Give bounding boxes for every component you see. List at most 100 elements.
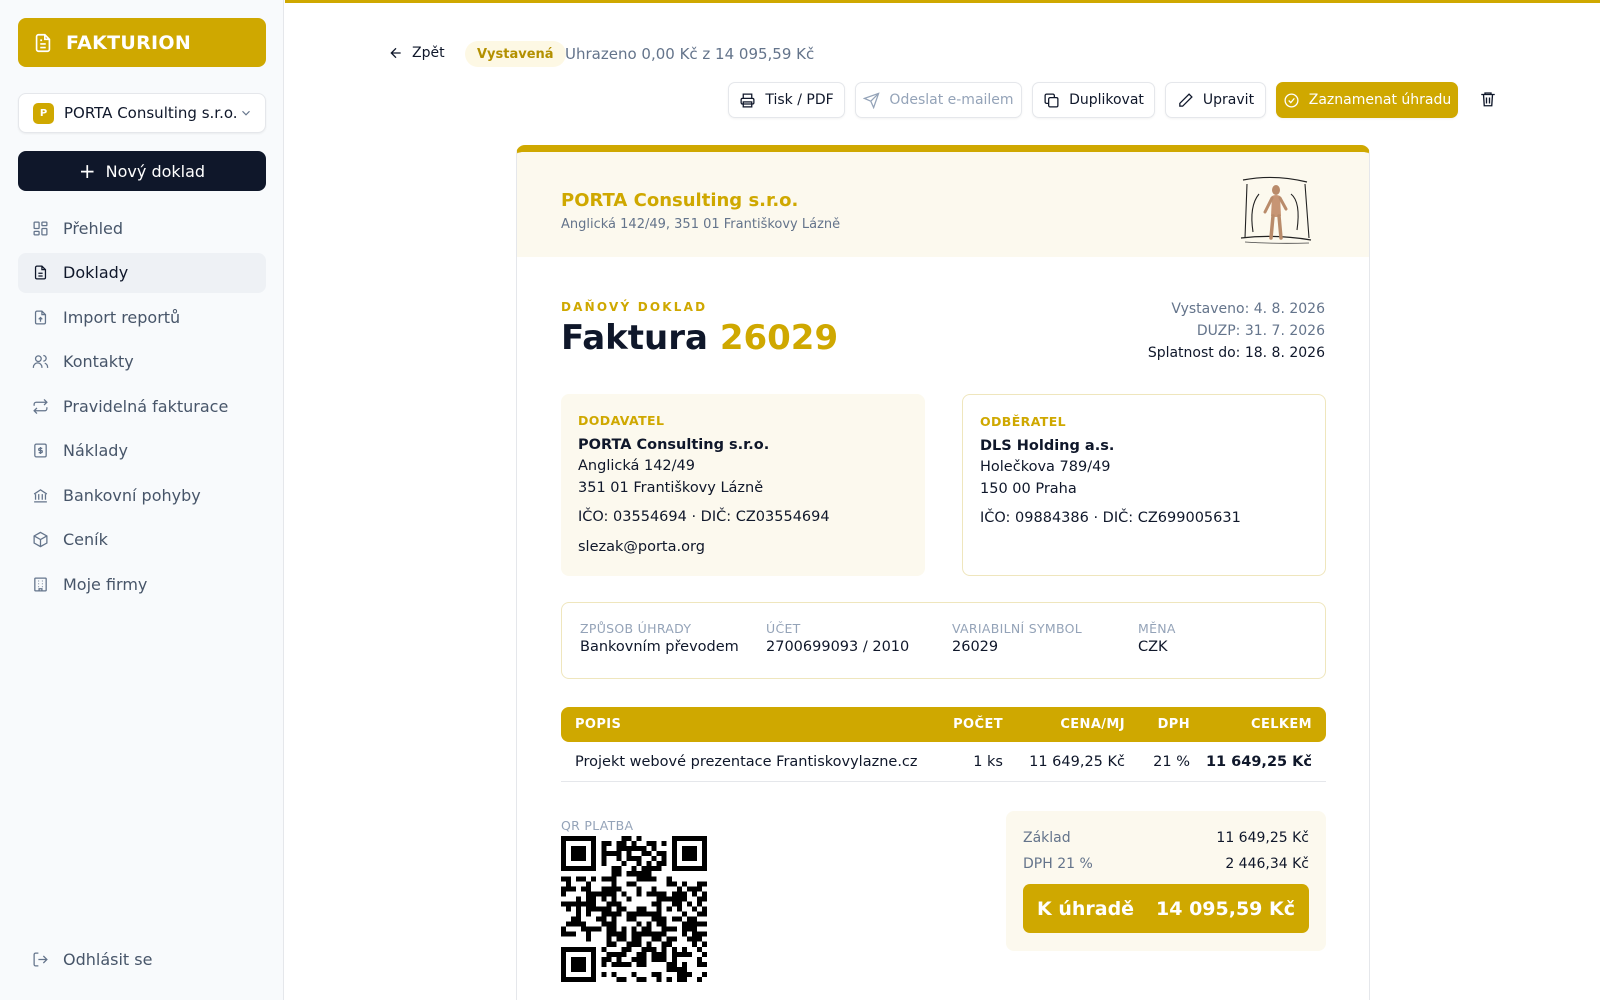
document-type: DAŇOVÝ DOKLAD xyxy=(561,300,708,314)
edit-label: Upravit xyxy=(1202,92,1255,108)
invoice-title-word: Faktura xyxy=(561,318,708,358)
company-name: PORTA Consulting s.r.o. xyxy=(64,104,238,122)
supplier-box: DODAVATEL PORTA Consulting s.r.o. Anglic… xyxy=(561,394,925,576)
send-email-button[interactable]: Odeslat e-mailem xyxy=(855,82,1022,118)
printer-icon xyxy=(740,92,755,108)
payment-info: ZPŮSOB ÚHRADY Bankovním převodem ÚČET 27… xyxy=(561,602,1326,679)
brand-name: FAKTURION xyxy=(66,31,192,54)
trash-icon xyxy=(1481,92,1495,107)
sidebar-item-pravidelna-fakturace[interactable]: Pravidelná fakturace xyxy=(18,386,266,426)
header-unit-price: CENA/MJ xyxy=(1060,717,1125,732)
duplicate-button[interactable]: Duplikovat xyxy=(1032,82,1155,118)
sidebar-item-import[interactable]: Import reportů xyxy=(18,297,266,337)
users-icon xyxy=(32,354,49,368)
item-unit-price: 11 649,25 Kč xyxy=(1029,753,1125,770)
sidebar-item-cenik[interactable]: Ceník xyxy=(18,520,266,560)
delete-button[interactable] xyxy=(1479,90,1499,110)
supplier-street: Anglická 142/49 xyxy=(578,458,695,474)
check-circle-icon xyxy=(1284,92,1299,108)
currency: MĚNA CZK xyxy=(1138,621,1176,655)
sidebar-item-label: Import reportů xyxy=(63,307,181,327)
header-vat: DPH xyxy=(1157,717,1190,732)
record-payment-label: Zaznamenat úhradu xyxy=(1308,92,1452,108)
sidebar-item-doklady[interactable]: Doklady xyxy=(18,252,266,293)
bank-icon xyxy=(33,488,48,503)
receipt-icon xyxy=(34,443,47,458)
invoice-document: PORTA Consulting s.r.o. Anglická 142/49,… xyxy=(516,145,1370,1000)
invoice-title: Faktura 26029 xyxy=(561,318,838,358)
header-total: CELKEM xyxy=(1251,717,1312,732)
print-pdf-button[interactable]: Tisk / PDF xyxy=(728,82,845,118)
total-base-value: 11 649,25 Kč xyxy=(1216,830,1309,846)
total-base: Základ 11 649,25 Kč xyxy=(1023,830,1309,846)
customer-box: ODBĚRATEL DLS Holding a.s. Holečkova 789… xyxy=(962,394,1326,576)
sidebar-item-label: Ceník xyxy=(63,530,108,549)
payment-status-text: Uhrazeno 0,00 Kč z 14 095,59 Kč xyxy=(565,45,815,63)
table-row: Projekt webové prezentace Frantiskovylaz… xyxy=(561,742,1326,782)
chevron-down-icon xyxy=(242,110,250,116)
document-icon xyxy=(34,265,47,280)
arrow-left-icon xyxy=(390,47,401,59)
customer-city: 150 00 Praha xyxy=(980,480,1077,497)
edit-button[interactable]: Upravit xyxy=(1165,82,1266,118)
sidebar: FAKTURION P PORTA Consulting s.r.o. + No… xyxy=(0,0,284,1000)
new-document-label: Nový doklad xyxy=(105,161,206,181)
sidebar-item-label: Doklady xyxy=(63,263,129,282)
total-vat: DPH 21 % 2 446,34 Kč xyxy=(1023,856,1309,872)
sidebar-item-naklady[interactable]: Náklady xyxy=(18,431,266,471)
supplier-label: DODAVATEL xyxy=(578,413,665,428)
item-vat: 21 % xyxy=(1153,753,1190,770)
amount-due: K úhradě 14 095,59 Kč xyxy=(1023,884,1309,933)
print-label: Tisk / PDF xyxy=(765,92,834,108)
qr-payment-label: QR PLATBA xyxy=(561,818,634,833)
totals-box: Základ 11 649,25 Kč DPH 21 % 2 446,34 Kč… xyxy=(1006,811,1326,951)
variable-symbol-label: VARIABILNÍ SYMBOL xyxy=(952,621,1083,636)
total-vat-label: DPH 21 % xyxy=(1023,856,1093,872)
sidebar-item-prehled[interactable]: Přehled xyxy=(18,208,266,248)
box-icon xyxy=(33,531,48,548)
back-button[interactable]: Zpět xyxy=(388,45,445,61)
qr-code xyxy=(561,836,707,982)
sidebar-item-label: Bankovní pohyby xyxy=(63,485,201,505)
customer-label: ODBĚRATEL xyxy=(980,414,1067,429)
total-vat-value: 2 446,34 Kč xyxy=(1225,856,1309,872)
items-table-header: POPIS POČET CENA/MJ DPH CELKEM xyxy=(561,707,1326,742)
due-date: Splatnost do: 18. 8. 2026 xyxy=(1147,345,1325,361)
sidebar-item-label: Pravidelná fakturace xyxy=(63,396,229,416)
qr-modules xyxy=(561,836,707,982)
issue-date: Vystaveno: 4. 8. 2026 xyxy=(1171,301,1325,317)
top-accent-line xyxy=(285,0,1600,3)
item-total: 11 649,25 Kč xyxy=(1205,753,1312,770)
item-quantity: 1 ks xyxy=(973,753,1003,770)
duzp-date: DUZP: 31. 7. 2026 xyxy=(1196,323,1325,339)
sidebar-item-bankovni-pohyby[interactable]: Bankovní pohyby xyxy=(18,475,266,515)
send-email-label: Odeslat e-mailem xyxy=(889,92,1014,108)
sidebar-item-label: Přehled xyxy=(63,218,124,238)
items-table: POPIS POČET CENA/MJ DPH CELKEM Projekt w… xyxy=(561,707,1326,782)
amount-due-label: K úhradě xyxy=(1037,897,1135,920)
logout-button[interactable]: Odhlásit se xyxy=(32,950,152,969)
company-select[interactable]: P PORTA Consulting s.r.o. xyxy=(18,93,266,133)
new-document-button[interactable]: + Nový doklad xyxy=(18,151,266,191)
issuer-address: Anglická 142/49, 351 01 Františkovy Lázn… xyxy=(561,217,841,232)
sidebar-nav: Přehled Doklady Import reportů Kontakty … xyxy=(18,208,266,609)
issuer-name: PORTA Consulting s.r.o. xyxy=(561,190,799,211)
send-icon xyxy=(863,91,881,109)
customer-ids: IČO: 09884386 · DIČ: CZ699005631 xyxy=(980,510,1241,526)
supplier-city: 351 01 Františkovy Lázně xyxy=(578,479,764,496)
record-payment-button[interactable]: Zaznamenat úhradu xyxy=(1276,82,1458,118)
payment-account-label: ÚČET xyxy=(766,621,801,636)
sidebar-item-kontakty[interactable]: Kontakty xyxy=(18,342,266,382)
status-badge: Vystavená xyxy=(465,41,566,67)
sidebar-item-label: Kontakty xyxy=(63,352,134,371)
brand-logo[interactable]: FAKTURION xyxy=(18,18,266,67)
back-label: Zpět xyxy=(412,45,445,61)
document-icon xyxy=(35,33,51,52)
sidebar-item-label: Moje firmy xyxy=(63,574,148,594)
sidebar-item-moje-firmy[interactable]: Moje firmy xyxy=(18,564,266,604)
total-base-label: Základ xyxy=(1023,830,1071,846)
company-badge: P xyxy=(33,102,54,124)
supplier-ids: IČO: 03554694 · DIČ: CZ03554694 xyxy=(578,509,830,525)
item-description: Projekt webové prezentace Frantiskovylaz… xyxy=(575,753,918,770)
invoice-header: PORTA Consulting s.r.o. Anglická 142/49,… xyxy=(517,152,1369,257)
